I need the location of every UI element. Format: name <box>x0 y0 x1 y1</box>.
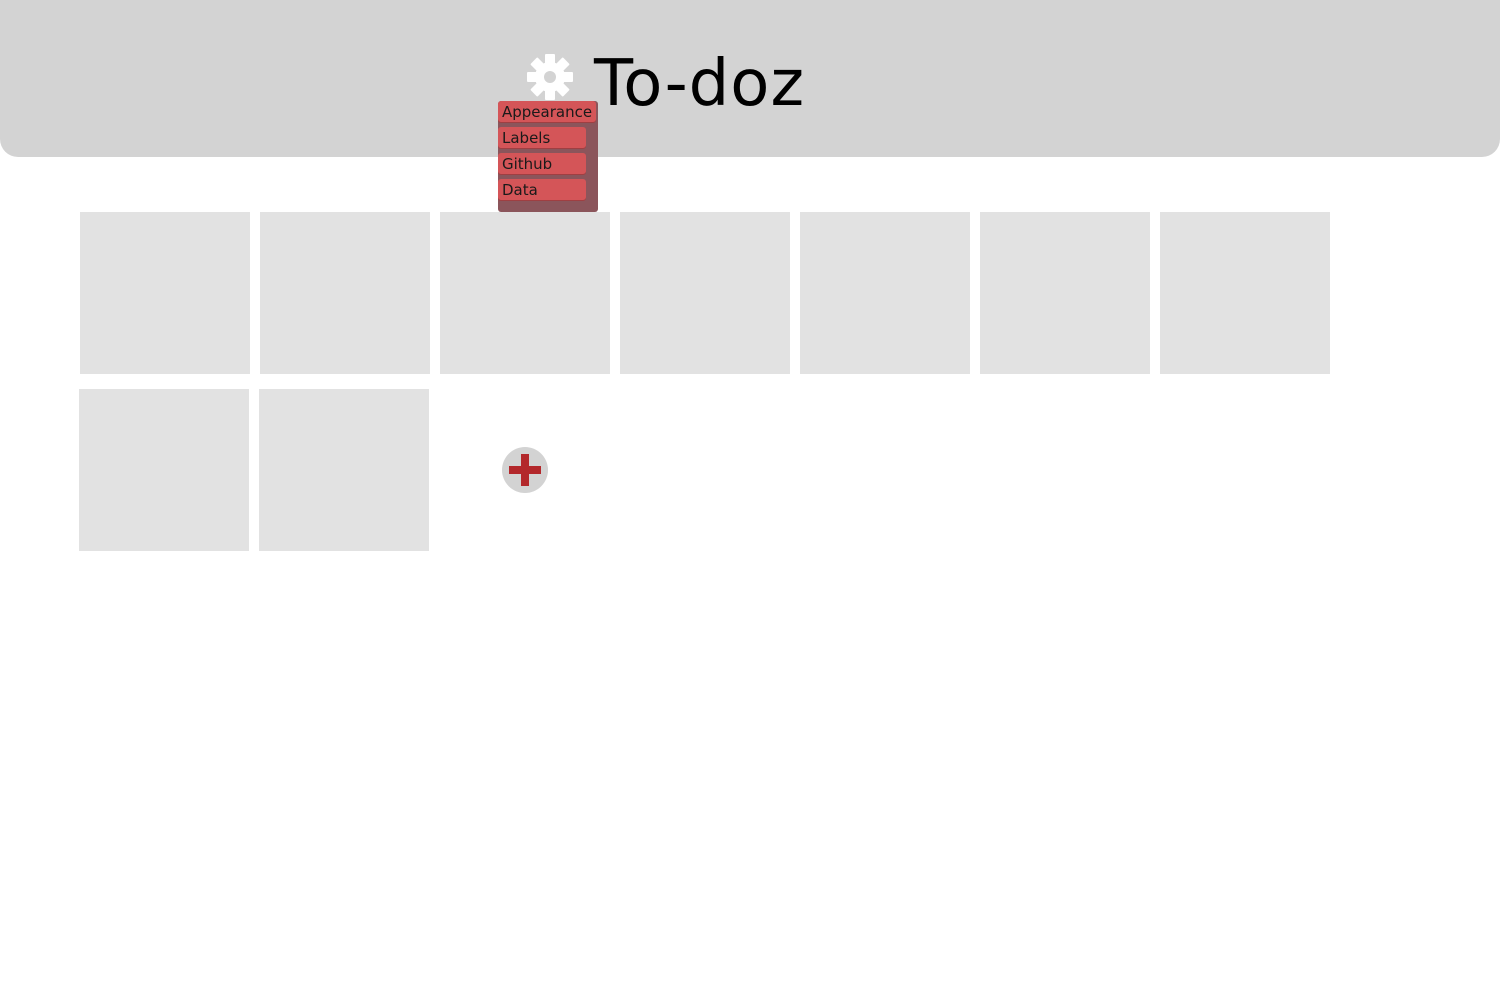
todo-card[interactable] <box>440 212 610 374</box>
page-title: To-doz <box>594 47 806 121</box>
todo-card[interactable] <box>260 212 430 374</box>
settings-dropdown-menu: Appearance Labels Github Data <box>498 101 598 212</box>
todo-card[interactable] <box>800 212 970 374</box>
todo-card[interactable] <box>259 389 429 551</box>
menu-item-appearance[interactable]: Appearance <box>498 101 596 123</box>
todo-card[interactable] <box>80 212 250 374</box>
menu-item-github[interactable]: Github <box>498 153 586 175</box>
gear-icon[interactable] <box>525 52 575 102</box>
todo-card[interactable] <box>980 212 1150 374</box>
todo-card[interactable] <box>620 212 790 374</box>
todo-card[interactable] <box>79 389 249 551</box>
todo-card[interactable] <box>1160 212 1330 374</box>
header-bar: To-doz <box>0 0 1500 157</box>
menu-item-data[interactable]: Data <box>498 179 586 201</box>
add-todo-button[interactable] <box>502 447 548 493</box>
menu-item-labels[interactable]: Labels <box>498 127 586 149</box>
plus-icon <box>509 454 541 486</box>
